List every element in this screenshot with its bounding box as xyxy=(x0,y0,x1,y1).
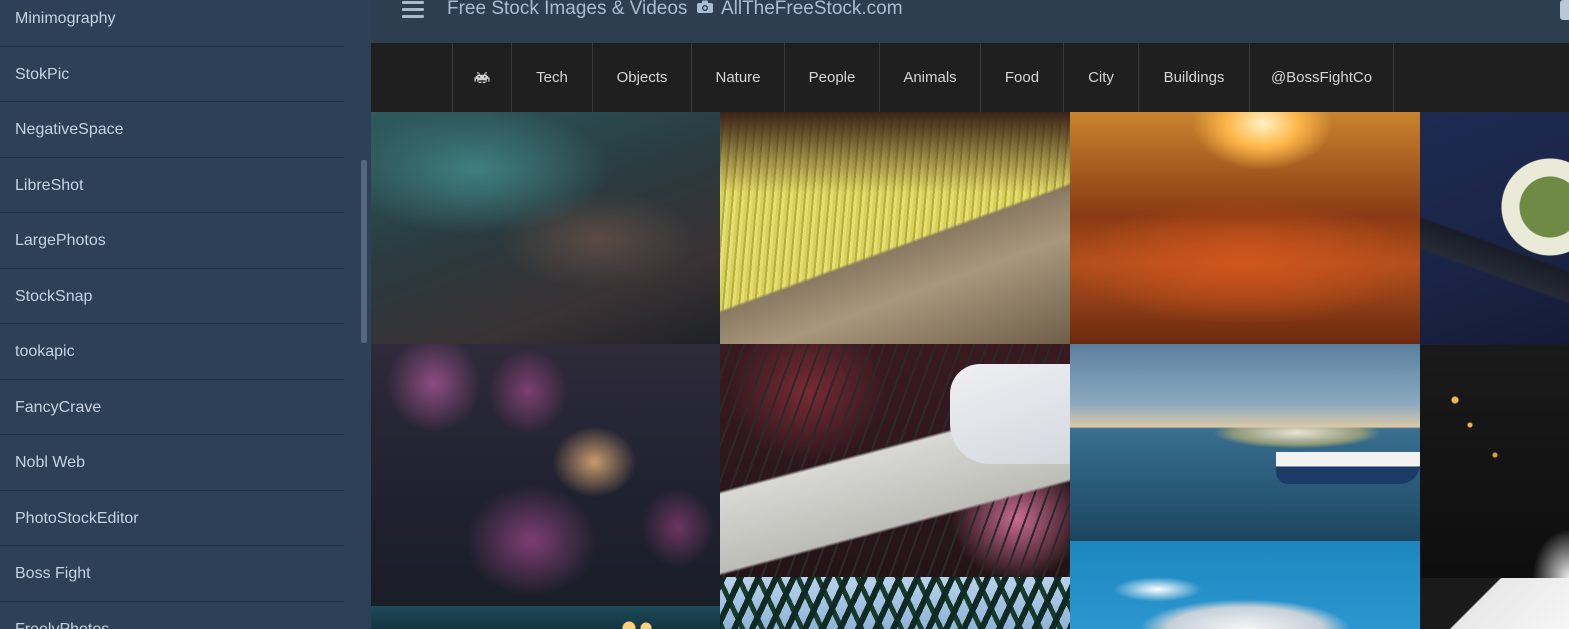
nav-people[interactable]: People xyxy=(785,43,880,112)
sidebar-list: Minimography StokPic NegativeSpace Libre… xyxy=(0,0,344,629)
nav-bossfightco[interactable]: @BossFightCo xyxy=(1250,43,1394,112)
photo-snowy-mountain[interactable] xyxy=(1070,541,1420,629)
sidebar-scrollbar[interactable] xyxy=(358,0,371,629)
sidebar-item-boss-fight[interactable]: Boss Fight xyxy=(0,546,344,602)
top-header: Free Stock Images & Videos AllTheFreeSto… xyxy=(371,0,1569,43)
photo-aerial-mountains[interactable] xyxy=(371,112,720,344)
sidebar-item-photostockeditor[interactable]: PhotoStockEditor xyxy=(0,491,344,546)
site-tagline: Free Stock Images & Videos xyxy=(447,0,688,19)
photo-dark-lights[interactable] xyxy=(1420,345,1569,578)
sidebar-item-freelyphotos[interactable]: FreelyPhotos xyxy=(0,602,344,629)
category-nav: Tech Objects Nature People Animals Food … xyxy=(371,43,1569,112)
nav-objects[interactable]: Objects xyxy=(593,43,692,112)
photo-autumn-leaves[interactable] xyxy=(1070,112,1420,344)
sidebar-scrollbar-thumb[interactable] xyxy=(361,160,367,343)
photo-boat-hull xyxy=(1276,452,1420,484)
photo-harbor-boat[interactable] xyxy=(1070,344,1420,541)
photo-coffee-cup[interactable] xyxy=(1420,112,1569,345)
nav-nature[interactable]: Nature xyxy=(692,43,785,112)
photo-yellow-brush[interactable] xyxy=(720,112,1070,344)
hamburger-menu-icon[interactable] xyxy=(402,1,424,19)
photo-white-abstract[interactable] xyxy=(1420,578,1569,629)
photo-gallery xyxy=(371,112,1569,629)
sidebar-item-negativespace[interactable]: NegativeSpace xyxy=(0,102,344,158)
sidebar: Minimography StokPic NegativeSpace Libre… xyxy=(0,0,371,629)
nav-buildings[interactable]: Buildings xyxy=(1139,43,1250,112)
site-title-link[interactable]: Free Stock Images & Videos AllTheFreeSto… xyxy=(447,0,903,20)
site-domain: AllTheFreeStock.com xyxy=(720,0,903,19)
nav-animals[interactable]: Animals xyxy=(880,43,981,112)
nav-food[interactable]: Food xyxy=(981,43,1064,112)
sidebar-item-largephotos[interactable]: LargePhotos xyxy=(0,213,344,269)
space-invader-icon xyxy=(474,72,490,83)
nav-home-logo[interactable] xyxy=(453,43,512,112)
photo-purple-leaves[interactable] xyxy=(371,344,720,606)
nav-city[interactable]: City xyxy=(1064,43,1139,112)
sidebar-item-tookapic[interactable]: tookapic xyxy=(0,324,344,380)
photo-keyboard-hands xyxy=(950,364,1070,464)
sidebar-item-fancycrave[interactable]: FancyCrave xyxy=(0,380,344,435)
camera-icon xyxy=(696,0,713,13)
sidebar-item-minimography[interactable]: Minimography xyxy=(0,0,344,47)
photo-night-lights[interactable] xyxy=(371,606,720,629)
sidebar-item-nobl-web[interactable]: Nobl Web xyxy=(0,435,344,491)
sidebar-item-stocksnap[interactable]: StockSnap xyxy=(0,269,344,324)
sidebar-item-stokpic[interactable]: StokPic xyxy=(0,47,344,102)
page: Minimography StokPic NegativeSpace Libre… xyxy=(0,0,1569,629)
nav-tech[interactable]: Tech xyxy=(512,43,593,112)
photo-keyboard-player[interactable] xyxy=(720,344,1070,577)
photo-palm-trees[interactable] xyxy=(720,577,1070,629)
sidebar-item-libreshot[interactable]: LibreShot xyxy=(0,158,344,213)
social-icon[interactable] xyxy=(1560,0,1569,20)
